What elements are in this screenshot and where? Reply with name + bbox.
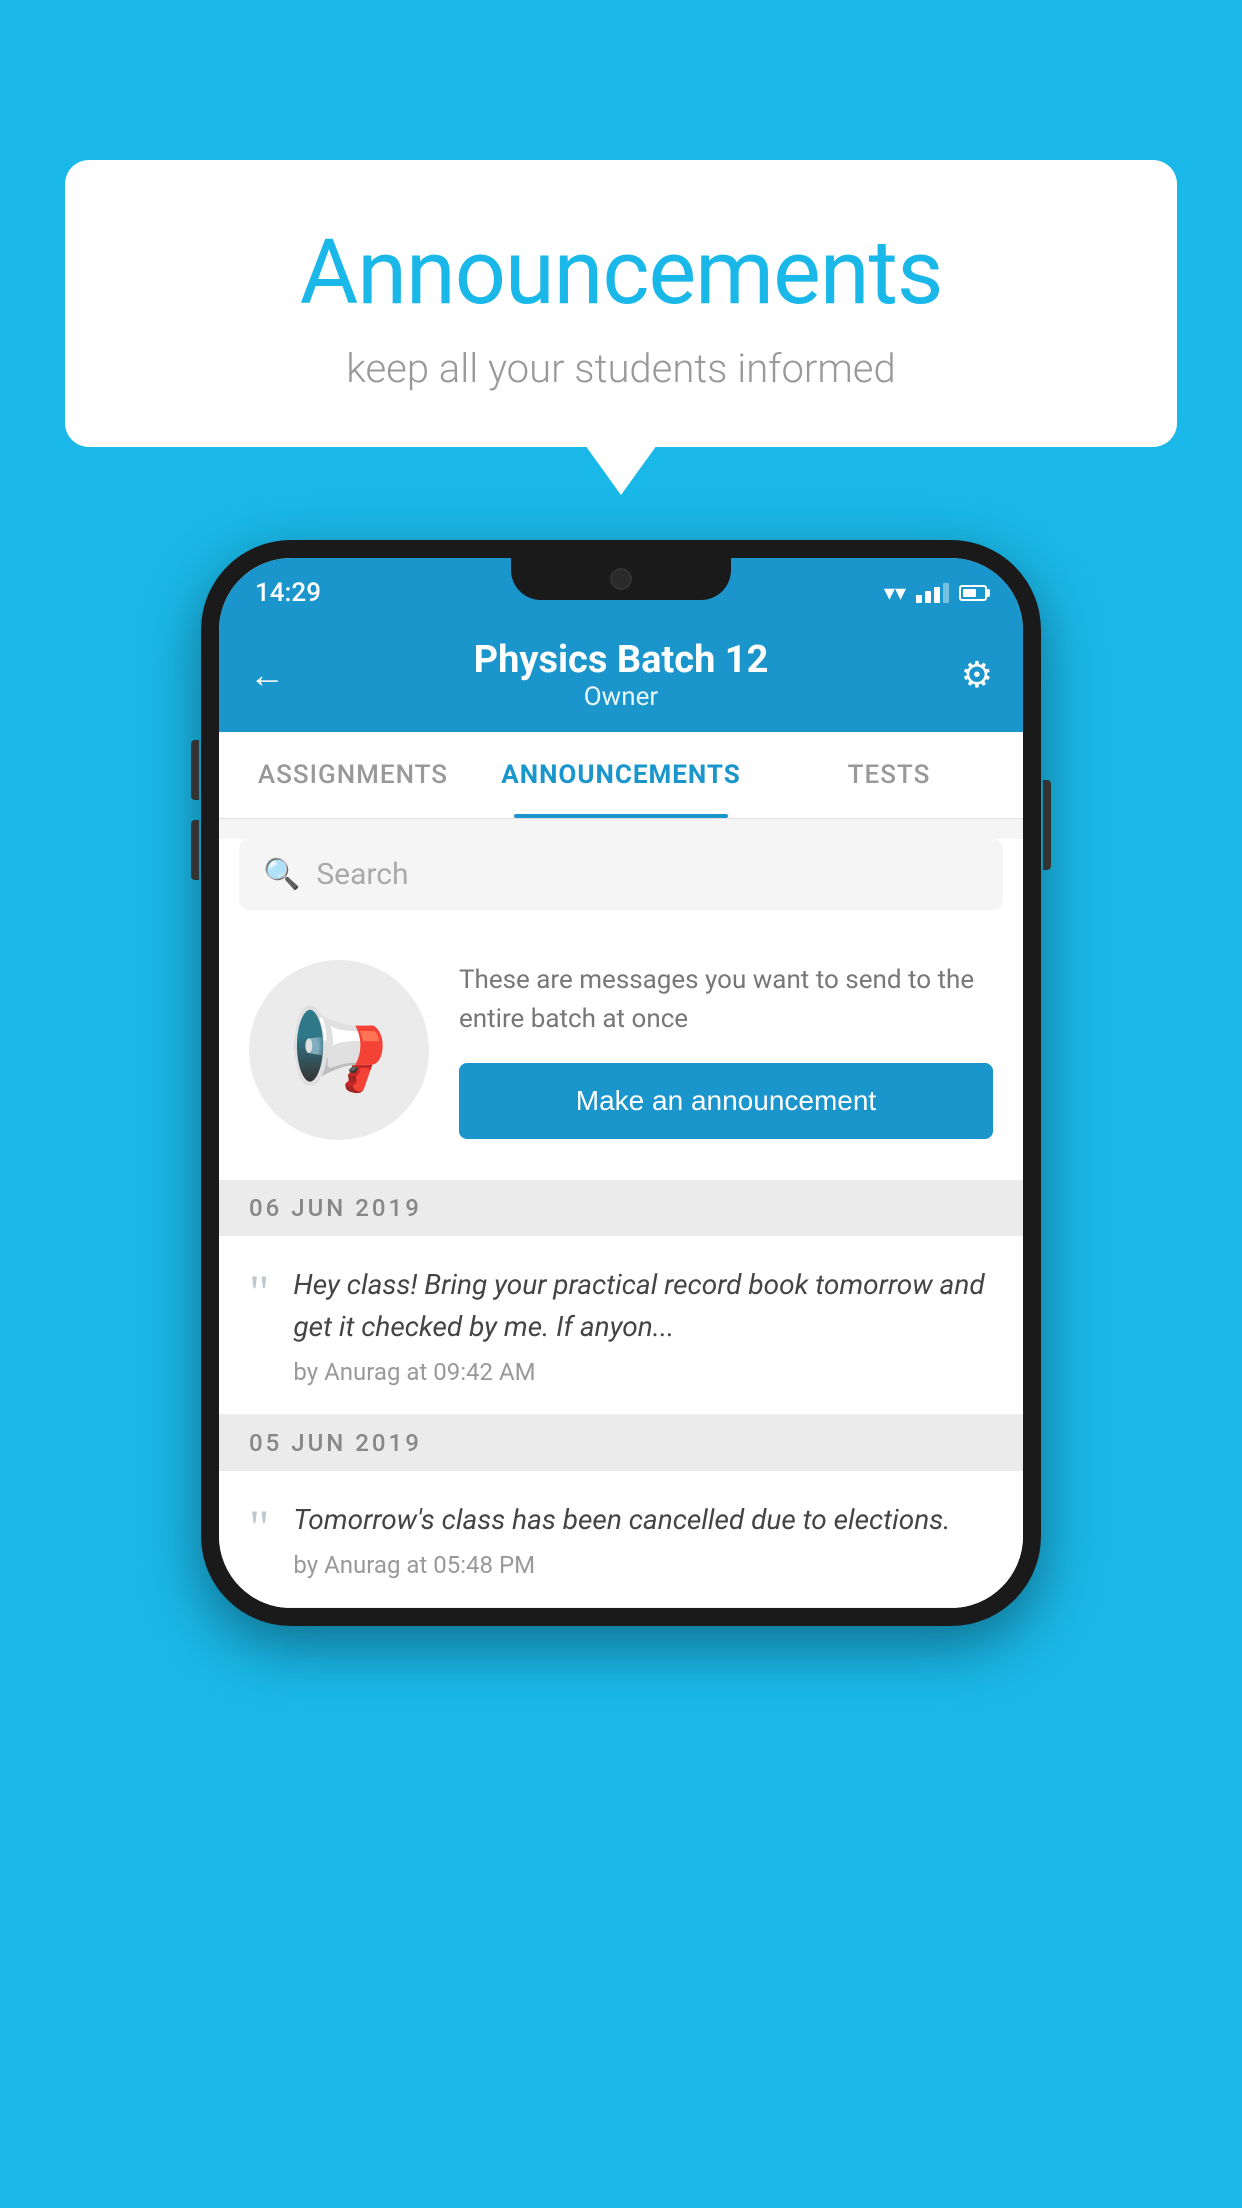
phone-outer: 14:29 ▾▾ ← Phy <box>201 540 1041 1626</box>
phone-mockup: 14:29 ▾▾ ← Phy <box>201 540 1041 1626</box>
announcement-promo: 📢 These are messages you want to send to… <box>219 930 1023 1180</box>
search-bar[interactable]: 🔍 Search <box>239 839 1003 910</box>
quote-icon-2: " <box>249 1507 269 1547</box>
signal-bar-3 <box>934 587 940 603</box>
volume-up-button <box>191 740 199 800</box>
phone-screen: 14:29 ▾▾ ← Phy <box>219 558 1023 1608</box>
signal-bars <box>916 583 949 603</box>
bubble-subtitle: keep all your students informed <box>115 345 1127 392</box>
app-header: ← Physics Batch 12 Owner ⚙ <box>219 618 1023 732</box>
tab-announcements[interactable]: ANNOUNCEMENTS <box>487 732 755 818</box>
power-button <box>1043 780 1051 870</box>
promo-right: These are messages you want to send to t… <box>459 961 993 1139</box>
promo-description: These are messages you want to send to t… <box>459 961 993 1039</box>
announcement-text-2: Tomorrow's class has been cancelled due … <box>293 1499 993 1541</box>
settings-button[interactable]: ⚙ <box>933 654 993 696</box>
announcement-text-1: Hey class! Bring your practical record b… <box>293 1264 993 1348</box>
announcement-author-1: by Anurag at 09:42 AM <box>293 1358 993 1386</box>
header-title: Physics Batch 12 <box>474 638 769 682</box>
speech-bubble: Announcements keep all your students inf… <box>65 160 1177 447</box>
make-announcement-button[interactable]: Make an announcement <box>459 1063 993 1139</box>
date-text-2: 05 JUN 2019 <box>249 1429 422 1457</box>
announcement-item-2[interactable]: " Tomorrow's class has been cancelled du… <box>219 1471 1023 1608</box>
speech-bubble-container: Announcements keep all your students inf… <box>65 160 1177 447</box>
search-input[interactable]: Search <box>316 857 408 892</box>
signal-bar-2 <box>925 591 931 603</box>
screen-content: 🔍 Search 📢 These are messages you want t… <box>219 839 1023 1608</box>
megaphone-circle: 📢 <box>249 960 429 1140</box>
search-icon: 🔍 <box>263 857 300 892</box>
announcement-author-2: by Anurag at 05:48 PM <box>293 1551 993 1579</box>
header-subtitle: Owner <box>474 682 769 712</box>
wifi-icon: ▾▾ <box>884 581 906 606</box>
battery-icon <box>959 585 987 601</box>
signal-bar-4 <box>943 583 949 603</box>
quote-icon-1: " <box>249 1272 269 1312</box>
phone-notch <box>511 558 731 600</box>
announcement-item-1[interactable]: " Hey class! Bring your practical record… <box>219 1236 1023 1415</box>
signal-bar-1 <box>916 595 922 603</box>
announcement-text-section-1: Hey class! Bring your practical record b… <box>293 1264 993 1386</box>
tab-assignments[interactable]: ASSIGNMENTS <box>219 732 487 818</box>
status-time: 14:29 <box>255 578 321 608</box>
back-button[interactable]: ← <box>249 654 309 696</box>
date-separator-2: 05 JUN 2019 <box>219 1415 1023 1471</box>
tab-tests[interactable]: TESTS <box>755 732 1023 818</box>
front-camera <box>610 568 632 590</box>
megaphone-icon: 📢 <box>289 1003 389 1097</box>
status-icons: ▾▾ <box>884 581 987 606</box>
header-title-section: Physics Batch 12 Owner <box>474 638 769 712</box>
announcement-text-section-2: Tomorrow's class has been cancelled due … <box>293 1499 993 1579</box>
date-text-1: 06 JUN 2019 <box>249 1194 422 1222</box>
tabs-container: ASSIGNMENTS ANNOUNCEMENTS TESTS <box>219 732 1023 819</box>
date-separator-1: 06 JUN 2019 <box>219 1180 1023 1236</box>
battery-fill <box>963 589 976 597</box>
bubble-title: Announcements <box>115 220 1127 325</box>
volume-down-button <box>191 820 199 880</box>
